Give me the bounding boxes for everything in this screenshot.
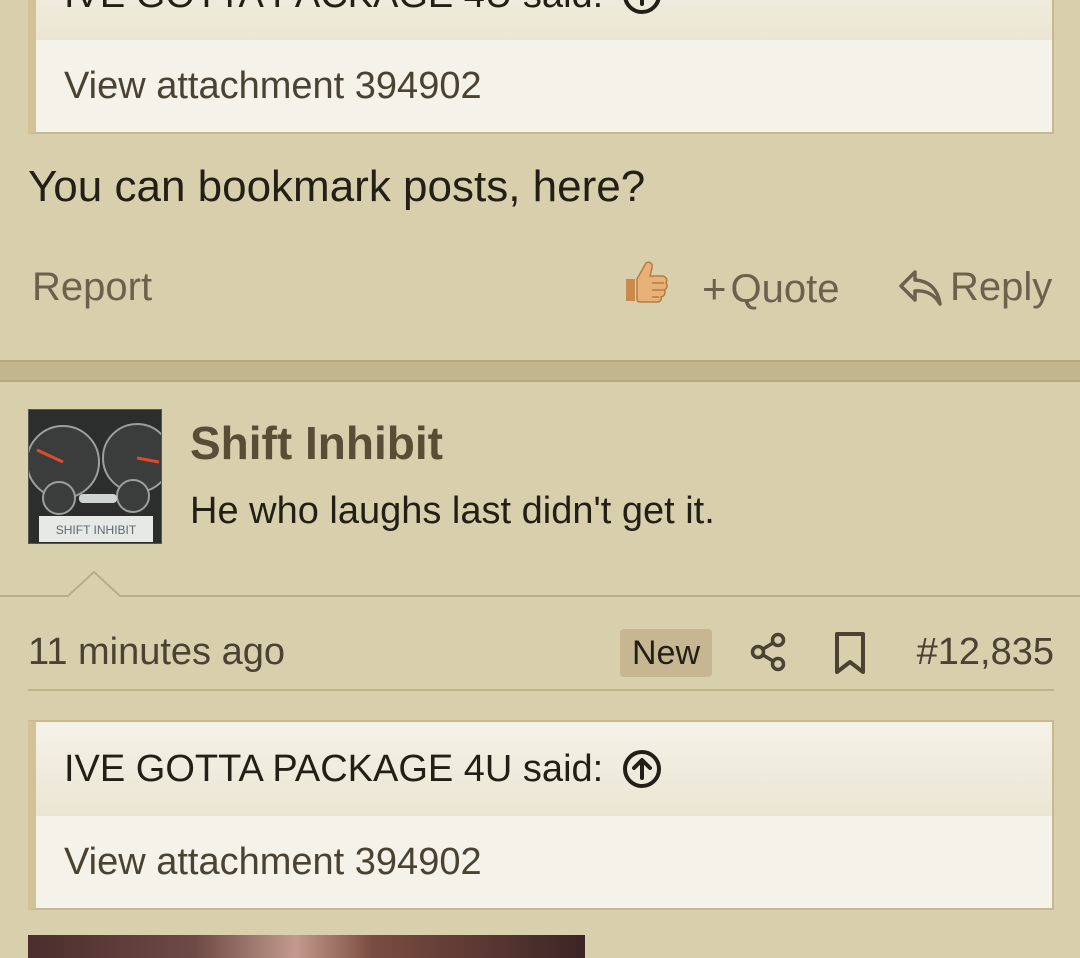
- post-image[interactable]: [28, 935, 585, 958]
- new-badge: New: [620, 629, 712, 677]
- post-number-link[interactable]: #12,835: [917, 631, 1054, 674]
- bookmark-icon[interactable]: [830, 631, 870, 675]
- quote-header[interactable]: IVE GOTTA PACKAGE 4U said:: [36, 0, 1052, 40]
- reply-arrow-icon: [899, 269, 942, 306]
- reply-button-label: Reply: [950, 265, 1053, 309]
- quote-author: IVE GOTTA PACKAGE 4U said:: [64, 0, 603, 17]
- quote-attachment-link[interactable]: View attachment 394902: [36, 40, 1052, 132]
- quote-attachment-link[interactable]: View attachment 394902: [36, 816, 1052, 908]
- post-meta: 11 minutes ago New #12,835: [28, 625, 1054, 691]
- quote-header[interactable]: IVE GOTTA PACKAGE 4U said:: [36, 722, 1052, 816]
- gauge-cluster-image: SHIFT INHIBIT: [29, 410, 161, 543]
- message-arrow: [0, 570, 1080, 597]
- quote-block: IVE GOTTA PACKAGE 4U said: View attachme…: [28, 0, 1054, 134]
- quote-button-label: Quote: [730, 266, 840, 311]
- avatar[interactable]: SHIFT INHIBIT: [28, 409, 162, 544]
- attachment-label: View attachment 394902: [64, 64, 482, 107]
- thumbs-up-icon[interactable]: [622, 257, 670, 305]
- quote-author: IVE GOTTA PACKAGE 4U said:: [64, 747, 604, 790]
- post-separator: [0, 360, 1080, 382]
- attachment-label: View attachment 394902: [64, 840, 482, 883]
- quote-block: IVE GOTTA PACKAGE 4U said: View attachme…: [28, 720, 1054, 910]
- quote-button[interactable]: + Quote: [702, 265, 840, 313]
- report-link[interactable]: Report: [32, 265, 152, 310]
- post-actions: Report + Quote Reply: [0, 255, 1080, 325]
- plus-icon: +: [702, 265, 727, 312]
- thread-page: IVE GOTTA PACKAGE 4U said: View attachme…: [0, 0, 1080, 958]
- avatar-label: SHIFT INHIBIT: [56, 523, 137, 537]
- username[interactable]: Shift Inhibit: [190, 416, 443, 470]
- arrow-up-circle-icon[interactable]: [621, 0, 663, 16]
- reply-button[interactable]: Reply: [898, 265, 1052, 310]
- arrow-up-circle-icon[interactable]: [621, 748, 663, 790]
- post-time[interactable]: 11 minutes ago: [28, 631, 285, 674]
- post-body: You can bookmark posts, here?: [28, 162, 646, 211]
- share-icon[interactable]: [748, 631, 790, 673]
- user-title: He who laughs last didn't get it.: [190, 490, 715, 532]
